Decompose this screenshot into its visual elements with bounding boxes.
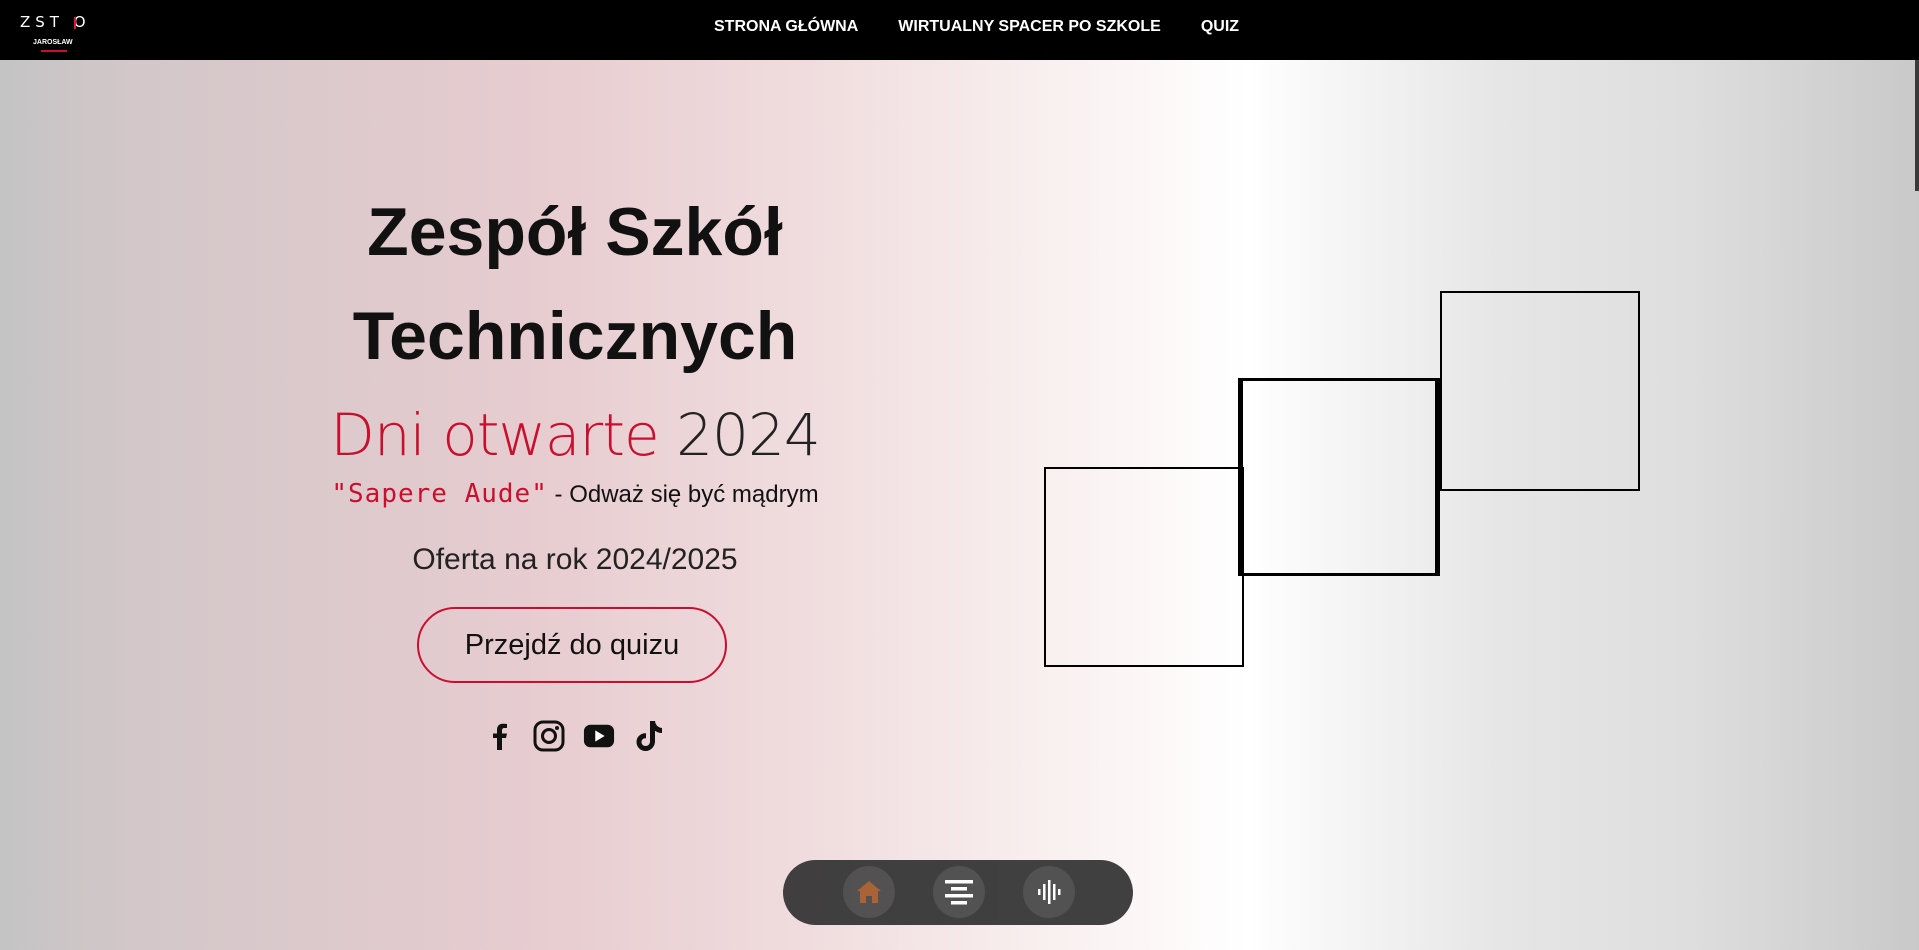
dock-align-button[interactable] — [933, 866, 985, 918]
motto-latin: "Sapere Aude" — [331, 479, 548, 509]
bottom-dock — [783, 860, 1133, 925]
tiktok-icon[interactable] — [633, 720, 665, 752]
audio-wave-icon — [1038, 880, 1061, 904]
align-center-icon — [945, 880, 973, 905]
decorative-square-bottom — [1044, 467, 1244, 667]
nav-link-virtual-tour[interactable]: WIRTUALNY SPACER PO SZKOLE — [898, 18, 1161, 36]
nav-link-quiz[interactable]: QUIZ — [1201, 18, 1239, 36]
decorative-square-middle — [1238, 378, 1440, 576]
instagram-icon[interactable] — [533, 720, 565, 752]
go-to-quiz-button[interactable]: Przejdź do quizu — [417, 607, 727, 683]
nav-link-home[interactable]: STRONA GŁÓWNA — [714, 18, 858, 36]
logo-subtext: JAROSŁAW — [33, 39, 73, 46]
offer-year: 2024/2025 — [595, 543, 738, 576]
social-links — [483, 720, 665, 752]
navbar: ZST O JAROSŁAW STRONA GŁÓWNA WIRTUALNY S… — [0, 0, 1919, 60]
youtube-icon[interactable] — [583, 720, 615, 752]
facebook-icon[interactable] — [483, 720, 515, 752]
scrollbar-thumb[interactable] — [1915, 60, 1919, 191]
home-icon — [857, 881, 881, 903]
dock-audio-button[interactable] — [1023, 866, 1075, 918]
logo-text: ZST O — [20, 13, 91, 31]
hero-subtitle-year: 2024 — [676, 401, 821, 469]
logo-accent-bar — [74, 17, 76, 29]
hero-subtitle: Dni otwarte 2024 — [300, 395, 850, 475]
decorative-square-top — [1440, 291, 1640, 491]
nav-links: STRONA GŁÓWNA WIRTUALNY SPACER PO SZKOLE… — [714, 18, 1239, 36]
hero-subtitle-accent: Dni otwarte — [330, 401, 659, 469]
motto-translation: - Odważ się być mądrym — [554, 481, 819, 508]
dock-home-button[interactable] — [843, 866, 895, 918]
page-title: Zespół Szkół Technicznych — [352, 194, 798, 374]
logo-underline — [41, 50, 67, 52]
offer-line: Oferta na rok 2024/2025 — [300, 540, 850, 580]
logo[interactable]: ZST O JAROSŁAW — [20, 13, 90, 53]
offer-text: Oferta na rok — [412, 543, 588, 576]
motto: "Sapere Aude" - Odważ się być mądrym — [300, 477, 850, 512]
